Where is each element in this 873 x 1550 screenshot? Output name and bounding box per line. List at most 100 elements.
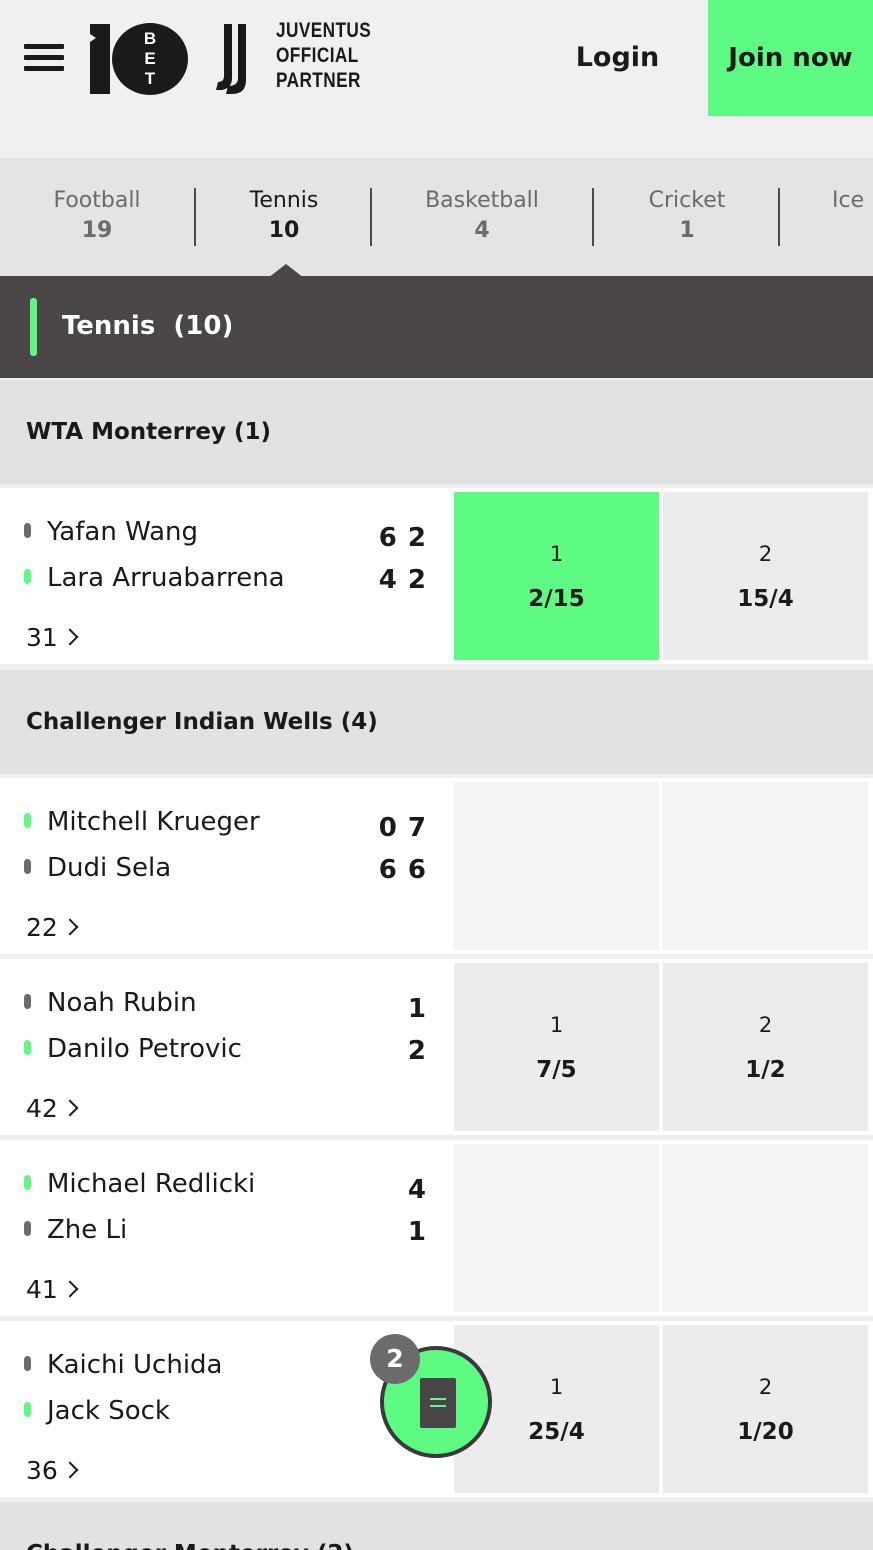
tab-cricket[interactable]: Cricket 1 (610, 186, 764, 246)
section-title: Tennis (10) (62, 311, 234, 341)
more-markets-link[interactable]: 36 (26, 1453, 79, 1489)
chevron-right-icon (61, 918, 79, 936)
tab-basketball[interactable]: Basketball 4 (390, 186, 574, 246)
partner-text: JUVENTUS OFFICIAL PARTNER (276, 18, 386, 93)
serve-indicator (24, 1175, 31, 1190)
player-name: Noah Rubin (47, 988, 197, 1018)
chevron-right-icon (61, 1099, 79, 1117)
join-now-button[interactable]: Join now (708, 0, 873, 116)
odds-button-away[interactable]: 2 1/2 (663, 963, 868, 1131)
odds-selection: 2 (758, 1375, 773, 1399)
betslip-icon (420, 1378, 456, 1428)
partner-line: PARTNER (276, 69, 361, 92)
serve-indicator (24, 1040, 31, 1055)
chevron-right-icon (61, 628, 79, 646)
league-header[interactable]: Challenger Indian Wells (4) (0, 670, 873, 774)
player-name: Dudi Sela (47, 853, 172, 883)
odds-selection: 1 (549, 1013, 564, 1037)
match-row: Noah Rubin Danilo Petrovic 1 2 42 1 7/5 … (0, 959, 873, 1135)
tab-label: Football (53, 188, 141, 213)
score-away: 2 (407, 1036, 427, 1066)
serve-indicator (24, 859, 31, 874)
player-name: Jack Sock (47, 1396, 170, 1426)
serve-indicator (24, 1402, 31, 1417)
tab-divider (370, 188, 372, 246)
score-home: 0 7 (378, 813, 427, 843)
tab-count: 19 (81, 218, 113, 243)
tab-count: 1 (679, 218, 695, 243)
score-away: 1 (407, 1217, 427, 1247)
tab-ice[interactable]: Ice (832, 186, 873, 246)
section-accent-bar (30, 298, 37, 356)
player-home: Michael Redlicki (24, 1166, 255, 1202)
score-away: 6 6 (378, 855, 427, 885)
odds-selection: 1 (549, 542, 564, 566)
league-header[interactable]: WTA Monterrey (1) (0, 380, 873, 484)
player-away: Jack Sock (24, 1393, 170, 1429)
odds-price: 7/5 (536, 1057, 577, 1083)
odds-button-home[interactable]: 1 2/15 (454, 492, 659, 660)
sport-tabs: Football 19 Tennis 10 Basketball 4 Crick… (0, 158, 873, 276)
odds-price: 15/4 (737, 586, 794, 612)
more-markets-link[interactable]: 31 (26, 620, 79, 656)
markets-count: 31 (26, 623, 58, 652)
markets-count: 42 (26, 1094, 58, 1123)
player-name: Kaichi Uchida (47, 1350, 223, 1380)
odds-button-home[interactable]: 1 7/5 (454, 963, 659, 1131)
player-away: Zhe Li (24, 1212, 127, 1248)
player-name: Mitchell Krueger (47, 807, 260, 837)
chevron-right-icon (61, 1461, 79, 1479)
player-name: Zhe Li (47, 1215, 128, 1245)
partner-line: JUVENTUS (276, 19, 372, 42)
match-row: Michael Redlicki Zhe Li 4 1 41 (0, 1140, 873, 1316)
tab-label: Basketball (425, 188, 539, 213)
markets-count: 22 (26, 913, 58, 942)
odds-price: 1/2 (745, 1057, 786, 1083)
odds-button-away[interactable]: 2 15/4 (663, 492, 868, 660)
serve-indicator (24, 813, 31, 828)
player-home: Mitchell Krueger (24, 804, 260, 840)
markets-count: 36 (26, 1456, 58, 1485)
player-home: Noah Rubin (24, 985, 197, 1021)
odds-selection: 2 (758, 542, 773, 566)
serve-indicator (24, 994, 31, 1009)
hamburger-menu-icon[interactable] (24, 42, 64, 74)
partner-line: OFFICIAL (276, 44, 359, 67)
more-markets-link[interactable]: 41 (26, 1272, 79, 1308)
top-header: B E T JUVENTUS OFFICIAL PARTNER Login Jo… (0, 0, 873, 158)
tab-tennis[interactable]: Tennis 10 (206, 186, 362, 246)
tab-label: Ice (832, 188, 865, 213)
more-markets-link[interactable]: 42 (26, 1091, 79, 1127)
match-row: Yafan Wang Lara Arruabarrena 6 2 4 2 31 … (0, 488, 873, 664)
league-title: Challenger Indian Wells (4) (26, 709, 378, 735)
markets-count: 41 (26, 1275, 58, 1304)
league-title: Challenger Monterrey (2) (26, 1534, 354, 1550)
sport-section-header: Tennis (10) (0, 276, 873, 378)
tab-divider (592, 188, 594, 246)
odds-price: 2/15 (528, 586, 585, 612)
score-home: 4 (407, 1175, 427, 1205)
serve-indicator (24, 1221, 31, 1236)
odds-button-suspended (454, 1144, 659, 1312)
league-header[interactable]: Challenger Monterrey (2) (0, 1502, 873, 1550)
serve-indicator (24, 1356, 31, 1371)
brand-letter-t: T (145, 69, 156, 88)
serve-indicator (24, 569, 31, 584)
odds-price: 1/20 (737, 1419, 794, 1445)
player-home: Kaichi Uchida (24, 1347, 222, 1383)
chevron-right-icon (61, 1280, 79, 1298)
odds-button-suspended (663, 782, 868, 950)
score-home: 1 (407, 994, 427, 1024)
tab-count: 10 (268, 218, 300, 243)
login-button[interactable]: Login (560, 30, 675, 86)
more-markets-link[interactable]: 22 (26, 910, 79, 946)
serve-indicator (24, 523, 31, 538)
brand-letter-b: B (144, 29, 156, 48)
tab-football[interactable]: Football 19 (20, 186, 174, 246)
player-name: Michael Redlicki (47, 1169, 256, 1199)
tab-count: 4 (474, 218, 490, 243)
odds-button-away[interactable]: 2 1/20 (663, 1325, 868, 1493)
odds-button-suspended (663, 1144, 868, 1312)
betslip-count-badge: 2 (370, 1334, 420, 1384)
brand-logo[interactable]: B E T (88, 20, 190, 96)
